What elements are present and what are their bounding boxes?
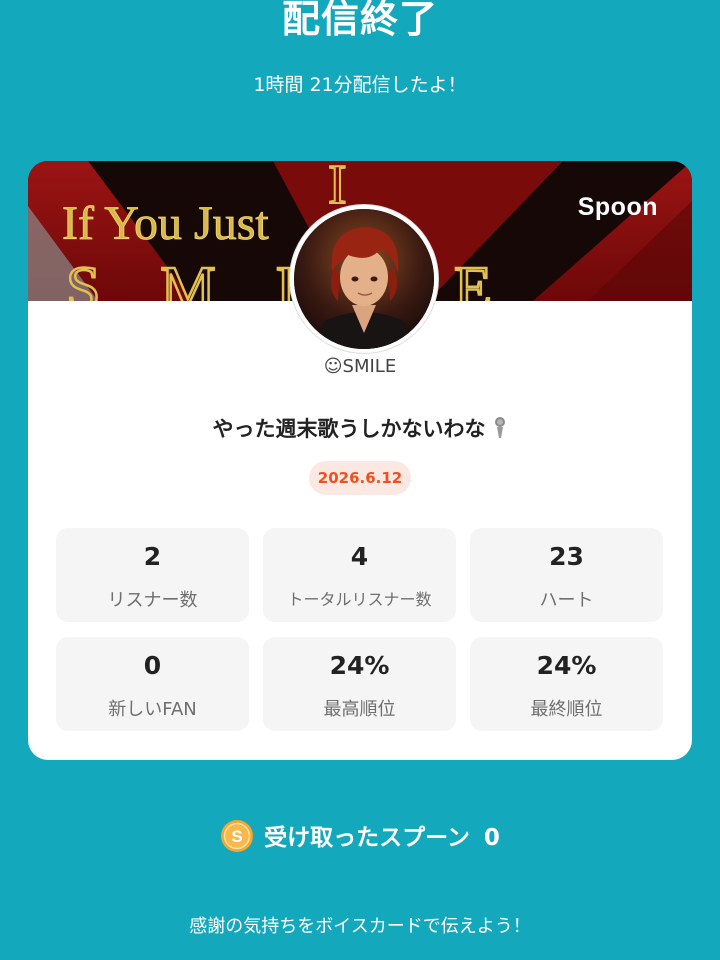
voice-card-prompt[interactable]: 感謝の気持ちをボイスカードで伝えよう！ [0,912,720,938]
stat-new-fans: 0 新しいFAN [56,637,249,731]
stat-value: 0 [143,651,162,680]
broadcast-duration: 1時間 21分配信したよ！ [253,74,467,96]
stats-grid: 2 リスナー数 4 トータルリスナー数 23 ハート 0 新しいFAN 24% … [56,528,664,731]
live-title: やった週末歌うしかないわな [28,413,692,445]
spoons-count: 0 [483,825,500,851]
stat-value: 24% [536,651,597,680]
stat-hearts: 23 ハート [470,528,663,622]
stat-label: リスナー数 [107,590,198,611]
stat-value: 2 [143,542,162,571]
coin-letter: S [231,827,242,846]
stat-value: 23 [549,542,584,571]
stat-final-rank: 24% 最終順位 [470,637,663,731]
received-spoons: S 受け取ったスプーン 0 [0,818,720,859]
broadcast-summary-card: If You Just SMILE I Spoon [28,161,692,760]
stat-value: 24% [329,651,390,680]
microphone-icon [492,416,508,445]
stat-label: 新しいFAN [108,699,197,720]
page-title: 配信終了 [281,0,438,41]
streamer-avatar[interactable] [290,205,438,353]
stat-label: 最高順位 [323,699,396,720]
profile-illustration [294,209,434,349]
stat-label: 最終順位 [530,699,603,720]
stat-total-listeners: 4 トータルリスナー数 [263,528,456,622]
spoon-logo: Spoon [577,193,658,221]
stat-listeners: 2 リスナー数 [56,528,249,622]
spoon-coin-icon: S [220,819,254,859]
stat-value: 4 [350,542,369,571]
stat-label: トータルリスナー数 [287,590,432,609]
stat-label: ハート [539,590,594,611]
streamer-name: ☺SMILE [323,356,397,377]
svg-text:If You Just: If You Just [62,197,269,250]
broadcast-date-badge: 2026.6.12 [309,461,411,495]
spoons-label: 受け取ったスプーン [264,825,470,851]
live-title-text: やった週末歌うしかないわな [212,417,486,441]
stat-highest-rank: 24% 最高順位 [263,637,456,731]
